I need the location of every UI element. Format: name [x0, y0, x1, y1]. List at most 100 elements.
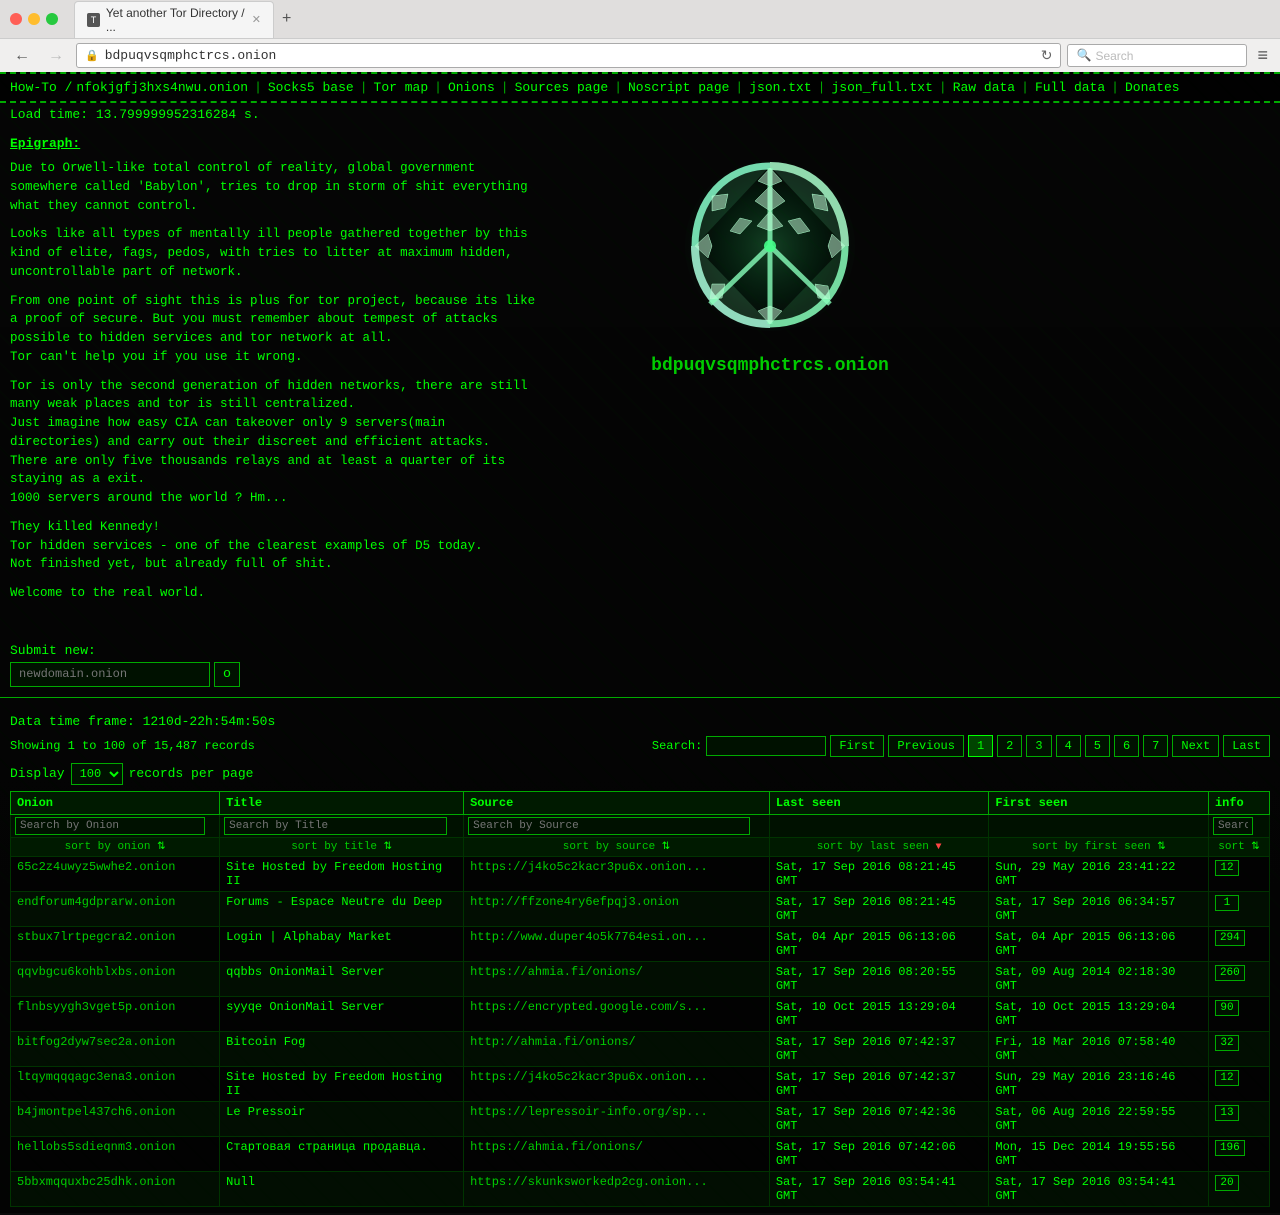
- sort-info[interactable]: sort ⇅: [1208, 837, 1269, 856]
- sort-source[interactable]: sort by source ⇅: [464, 837, 770, 856]
- submit-form: o: [10, 662, 1270, 687]
- minimize-window-button[interactable]: [28, 13, 40, 25]
- cell-source: https://j4ko5c2kacr3pu6x.onion...: [464, 1066, 770, 1101]
- onion-link[interactable]: flnbsyygh3vget5p.onion: [17, 1000, 175, 1014]
- source-link[interactable]: https://j4ko5c2kacr3pu6x.onion...: [470, 1070, 708, 1084]
- source-link[interactable]: https://skunksworkedp2cg.onion...: [470, 1175, 708, 1189]
- reload-button[interactable]: ↻: [1041, 47, 1053, 64]
- cell-onion: b4jmontpel437ch6.onion: [11, 1101, 220, 1136]
- source-link[interactable]: https://j4ko5c2kacr3pu6x.onion...: [470, 860, 708, 874]
- onion-link[interactable]: endforum4gdprarw.onion: [17, 895, 175, 909]
- info-badge[interactable]: 12: [1215, 860, 1239, 876]
- tab-close-button[interactable]: ✕: [252, 13, 261, 26]
- search-label: Search:: [652, 739, 702, 753]
- search-info-input[interactable]: [1213, 817, 1253, 835]
- onion-link[interactable]: stbux7lrtpegcra2.onion: [17, 930, 175, 944]
- onion-link[interactable]: 5bbxmqquxbc25dhk.onion: [17, 1175, 175, 1189]
- nav-separator-4: |: [501, 80, 509, 95]
- nav-raw[interactable]: Raw data: [953, 80, 1015, 95]
- source-link[interactable]: https://ahmia.fi/onions/: [470, 1140, 643, 1154]
- nav-json-full[interactable]: json_full.txt: [831, 80, 932, 95]
- nav-json-txt[interactable]: json.txt: [749, 80, 811, 95]
- pagination-page-5[interactable]: 5: [1085, 735, 1110, 757]
- sort-title[interactable]: sort by title ⇅: [220, 837, 464, 856]
- col-header-firstseen[interactable]: First seen: [989, 791, 1209, 814]
- info-badge[interactable]: 90: [1215, 1000, 1239, 1016]
- pagination-next-button[interactable]: Next: [1172, 735, 1219, 757]
- nav-donates[interactable]: Donates: [1125, 80, 1180, 95]
- nav-sources[interactable]: Sources page: [515, 80, 609, 95]
- info-badge[interactable]: 32: [1215, 1035, 1239, 1051]
- nav-onions[interactable]: Onions: [448, 80, 495, 95]
- nav-separator-6: |: [735, 80, 743, 95]
- cell-onion: hellobs5sdieqnm3.onion: [11, 1136, 220, 1171]
- sort-onion[interactable]: sort by onion ⇅: [11, 837, 220, 856]
- nav-separator-3: |: [434, 80, 442, 95]
- col-header-title[interactable]: Title: [220, 791, 464, 814]
- display-label: Display: [10, 766, 65, 781]
- hamburger-menu-button[interactable]: ≡: [1253, 45, 1272, 66]
- nav-socks5[interactable]: Socks5 base: [268, 80, 354, 95]
- per-page-select[interactable]: 100 50 200: [71, 763, 123, 785]
- pagination-last-button[interactable]: Last: [1223, 735, 1270, 757]
- submit-button[interactable]: o: [214, 662, 240, 687]
- onion-link[interactable]: bitfog2dyw7sec2a.onion: [17, 1035, 175, 1049]
- pagination-page-7[interactable]: 7: [1143, 735, 1168, 757]
- back-button[interactable]: ←: [8, 45, 36, 67]
- pagination-page-4[interactable]: 4: [1056, 735, 1081, 757]
- sort-lastseen[interactable]: sort by last seen ▼: [769, 837, 989, 856]
- pagination-page-1[interactable]: 1: [968, 735, 993, 757]
- table-search-input[interactable]: [706, 736, 826, 756]
- onion-link[interactable]: ltqymqqqagc3ena3.onion: [17, 1070, 175, 1084]
- source-link[interactable]: https://ahmia.fi/onions/: [470, 965, 643, 979]
- info-badge[interactable]: 13: [1215, 1105, 1239, 1121]
- onion-link[interactable]: b4jmontpel437ch6.onion: [17, 1105, 175, 1119]
- cell-firstseen: Sat, 06 Aug 2016 22:59:55 GMT: [989, 1101, 1209, 1136]
- cell-firstseen: Sun, 29 May 2016 23:41:22 GMT: [989, 856, 1209, 891]
- epigraph-para-2: Looks like all types of mentally ill peo…: [10, 225, 540, 281]
- pagination-prev-button[interactable]: Previous: [888, 735, 964, 757]
- address-bar[interactable]: 🔒 bdpuqvsqmphctrcs.onion ↻: [76, 43, 1061, 68]
- onion-link[interactable]: 65c2z4uwyz5wwhe2.onion: [17, 860, 175, 874]
- search-onion-input[interactable]: [15, 817, 205, 835]
- nav-tormap[interactable]: Tor map: [374, 80, 429, 95]
- howto-link[interactable]: nfokjgfj3hxs4nwu.onion: [76, 80, 248, 95]
- search-title-input[interactable]: [224, 817, 447, 835]
- col-header-onion[interactable]: Onion: [11, 791, 220, 814]
- new-tab-button[interactable]: +: [274, 6, 299, 32]
- submit-input[interactable]: [10, 662, 210, 687]
- nav-full[interactable]: Full data: [1035, 80, 1105, 95]
- nav-noscript[interactable]: Noscript page: [628, 80, 729, 95]
- source-link[interactable]: http://ffzone4ry6efpqj3.onion: [470, 895, 679, 909]
- col-header-lastseen[interactable]: Last seen: [769, 791, 989, 814]
- onion-link[interactable]: hellobs5sdieqnm3.onion: [17, 1140, 175, 1154]
- source-link[interactable]: https://encrypted.google.com/s...: [470, 1000, 708, 1014]
- col-header-source[interactable]: Source: [464, 791, 770, 814]
- active-tab[interactable]: T Yet another Tor Directory / ... ✕: [74, 1, 274, 38]
- pagination-first-button[interactable]: First: [830, 735, 884, 757]
- pagination-page-3[interactable]: 3: [1026, 735, 1051, 757]
- source-link[interactable]: http://www.duper4o5k7764esi.on...: [470, 930, 708, 944]
- cell-source: https://ahmia.fi/onions/: [464, 1136, 770, 1171]
- info-badge[interactable]: 260: [1215, 965, 1245, 981]
- cell-onion: flnbsyygh3vget5p.onion: [11, 996, 220, 1031]
- cell-firstseen: Fri, 18 Mar 2016 07:58:40 GMT: [989, 1031, 1209, 1066]
- search-source-input[interactable]: [468, 817, 750, 835]
- info-badge[interactable]: 196: [1215, 1140, 1245, 1156]
- info-badge[interactable]: 1: [1215, 895, 1239, 911]
- pagination-page-2[interactable]: 2: [997, 735, 1022, 757]
- source-link[interactable]: https://lepressoir-info.org/sp...: [470, 1105, 708, 1119]
- source-link[interactable]: http://ahmia.fi/onions/: [470, 1035, 636, 1049]
- onion-link[interactable]: qqvbgcu6kohblxbs.onion: [17, 965, 175, 979]
- sort-firstseen[interactable]: sort by first seen ⇅: [989, 837, 1209, 856]
- info-badge[interactable]: 20: [1215, 1175, 1239, 1191]
- cell-source: https://j4ko5c2kacr3pu6x.onion...: [464, 856, 770, 891]
- col-header-info[interactable]: info: [1208, 791, 1269, 814]
- pagination-page-6[interactable]: 6: [1114, 735, 1139, 757]
- maximize-window-button[interactable]: [46, 13, 58, 25]
- forward-button[interactable]: →: [42, 45, 70, 67]
- info-badge[interactable]: 294: [1215, 930, 1245, 946]
- info-badge[interactable]: 12: [1215, 1070, 1239, 1086]
- browser-search-bar[interactable]: 🔍 Search: [1067, 44, 1247, 67]
- close-window-button[interactable]: [10, 13, 22, 25]
